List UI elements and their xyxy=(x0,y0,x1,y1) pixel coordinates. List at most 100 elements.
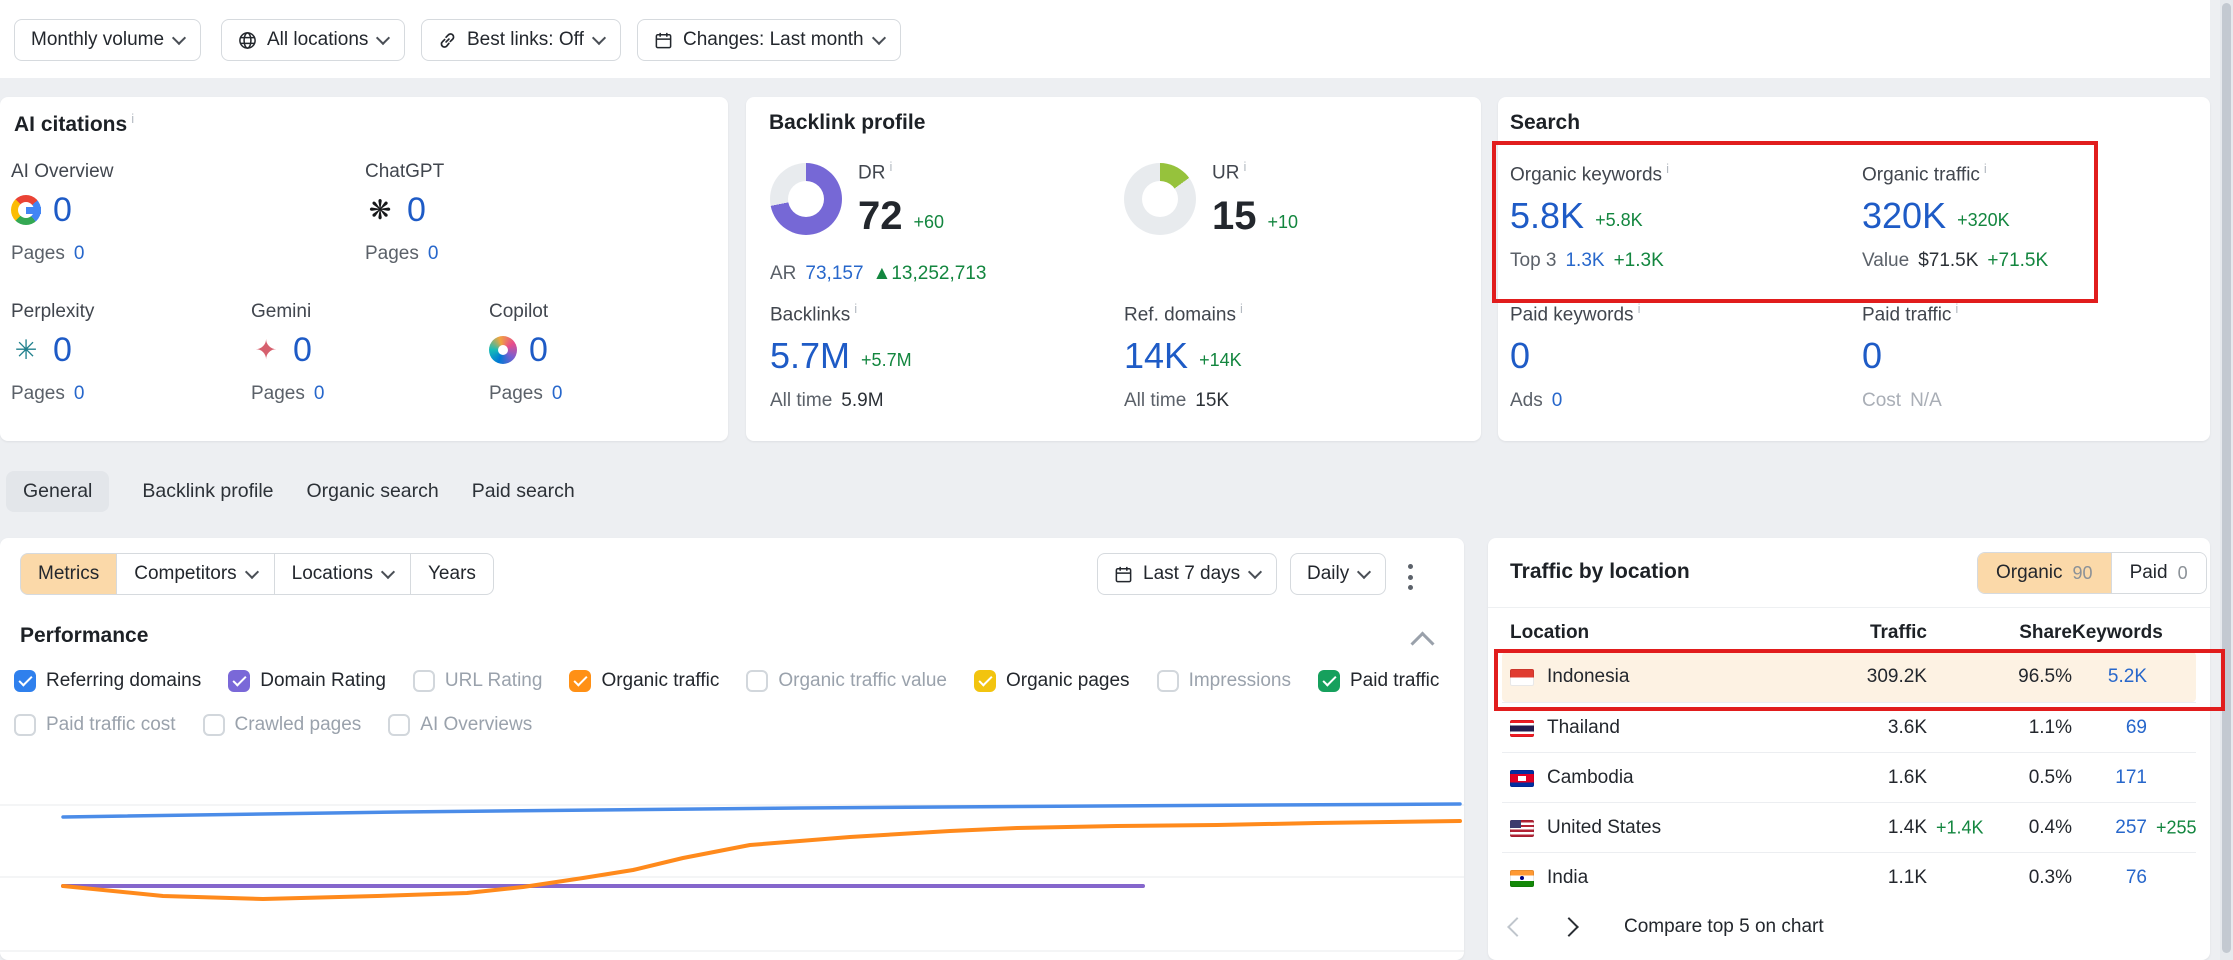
thailand-flag-icon xyxy=(1510,720,1534,737)
globe-icon xyxy=(238,31,257,50)
table-row-cambodia[interactable]: Cambodia 1.6K 0.5% 171 xyxy=(1502,752,2196,803)
seo-overview-dashboard: Monthly volume All locations Best links:… xyxy=(0,0,2233,960)
keywords-link[interactable]: 76 xyxy=(2126,867,2147,888)
info-icon[interactable]: i xyxy=(1955,301,1958,316)
referring-domains-line xyxy=(63,804,1460,817)
keywords-link[interactable]: 5.2K xyxy=(2108,666,2147,687)
info-icon[interactable]: i xyxy=(131,111,134,126)
vertical-scrollbar[interactable] xyxy=(2220,0,2233,960)
more-options-kebab-icon[interactable] xyxy=(1399,564,1421,590)
copilot-count-link[interactable]: 0 xyxy=(529,333,548,367)
tab-general[interactable]: General xyxy=(6,471,109,512)
segment-metrics[interactable]: Metrics xyxy=(20,553,117,595)
chevron-down-icon xyxy=(872,31,886,45)
segment-competitors[interactable]: Competitors xyxy=(116,553,274,595)
info-icon[interactable]: i xyxy=(1666,161,1669,176)
link-icon xyxy=(438,31,457,50)
keywords-link[interactable]: 171 xyxy=(2115,767,2147,788)
granularity-button[interactable]: Daily xyxy=(1290,553,1386,595)
table-row-indonesia[interactable]: Indonesia 309.2K 96.5% 5.2K xyxy=(1502,652,2196,702)
ar-value-link[interactable]: 73,157 xyxy=(805,263,863,285)
toggle-organic[interactable]: Organic90 xyxy=(1978,553,2111,593)
info-icon[interactable]: i xyxy=(1243,159,1246,174)
info-icon[interactable]: i xyxy=(1240,301,1243,316)
chatgpt-pages-link[interactable]: 0 xyxy=(428,243,439,265)
ai-overview-pages-link[interactable]: 0 xyxy=(74,243,85,265)
report-tabs: General Backlink profile Organic search … xyxy=(6,471,575,512)
info-icon[interactable]: i xyxy=(1638,301,1641,316)
indonesia-flag-icon xyxy=(1510,669,1534,686)
top3-value-link[interactable]: 1.3K xyxy=(1565,250,1604,272)
collapse-chevron-up-icon[interactable] xyxy=(1410,631,1434,655)
best-links-filter[interactable]: Best links: Off xyxy=(421,19,621,61)
organic-keywords-value-link[interactable]: 5.8K xyxy=(1510,198,1584,234)
checkbox-box xyxy=(14,670,36,692)
date-range-label: Last 7 days xyxy=(1143,563,1240,585)
info-icon[interactable]: i xyxy=(854,301,857,316)
chatgpt-count-link[interactable]: 0 xyxy=(407,193,426,227)
ai-citations-title: AI citationsi xyxy=(14,111,134,137)
ref-domains-change: +14K xyxy=(1199,350,1242,374)
checkbox-crawled-pages[interactable]: Crawled pages xyxy=(203,714,362,736)
checkbox-box xyxy=(388,714,410,736)
ads-value-link[interactable]: 0 xyxy=(1552,390,1563,412)
chevron-down-icon xyxy=(381,565,395,579)
organic-paid-toggle: Organic90 Paid0 xyxy=(1977,552,2207,594)
checkbox-organic-traffic-value[interactable]: Organic traffic value xyxy=(746,670,947,692)
monthly-volume-filter[interactable]: Monthly volume xyxy=(14,19,201,61)
table-header: Location Traffic Share Keywords xyxy=(1502,622,2196,644)
checkbox-url-rating[interactable]: URL Rating xyxy=(413,670,543,692)
next-page-chevron-icon[interactable] xyxy=(1559,917,1579,937)
table-row-india[interactable]: India 1.1K 0.3% 76 xyxy=(1502,852,2196,903)
compare-top5-link[interactable]: Compare top 5 on chart xyxy=(1624,916,1824,938)
segment-years[interactable]: Years xyxy=(410,553,494,595)
segment-locations[interactable]: Locations xyxy=(274,553,411,595)
gemini-pages-link[interactable]: 0 xyxy=(314,383,325,405)
chevron-down-icon xyxy=(245,565,259,579)
paid-traffic-value-link[interactable]: 0 xyxy=(1862,338,1882,374)
tab-backlink-profile[interactable]: Backlink profile xyxy=(142,471,273,512)
info-icon[interactable]: i xyxy=(889,159,892,174)
keywords-link[interactable]: 69 xyxy=(2126,717,2147,738)
checkbox-organic-pages[interactable]: Organic pages xyxy=(974,670,1130,692)
performance-line-chart[interactable] xyxy=(0,780,1464,960)
locations-filter[interactable]: All locations xyxy=(221,19,405,61)
perplexity-logo-icon: ✳ xyxy=(11,335,41,365)
checkbox-paid-traffic[interactable]: Paid traffic xyxy=(1318,670,1439,692)
traffic-change: +1.4K xyxy=(1936,818,1984,839)
ref-domains-value-link[interactable]: 14K xyxy=(1124,338,1188,374)
performance-heading: Performance xyxy=(20,624,148,648)
tab-organic-search[interactable]: Organic search xyxy=(307,471,439,512)
previous-page-chevron-icon[interactable] xyxy=(1507,917,1527,937)
table-row-thailand[interactable]: Thailand 3.6K 1.1% 69 xyxy=(1502,702,2196,753)
checkbox-ai-overviews[interactable]: AI Overviews xyxy=(388,714,532,736)
backlinks-value-link[interactable]: 5.7M xyxy=(770,338,850,374)
organic-traffic-value-link[interactable]: 320K xyxy=(1862,198,1946,234)
tab-paid-search[interactable]: Paid search xyxy=(472,471,575,512)
keywords-link[interactable]: 257 xyxy=(2115,817,2147,838)
paid-keywords-value-link[interactable]: 0 xyxy=(1510,338,1530,374)
checkbox-box xyxy=(413,670,435,692)
copilot-pages-link[interactable]: 0 xyxy=(552,383,563,405)
gemini-metric: Gemini ✦0 Pages0 xyxy=(251,301,324,405)
date-range-button[interactable]: Last 7 days xyxy=(1097,553,1277,595)
changes-filter[interactable]: Changes: Last month xyxy=(637,19,901,61)
scrollbar-thumb[interactable] xyxy=(2222,3,2231,953)
ar-row: AR 73,157 ▲13,252,713 xyxy=(770,263,986,285)
checkbox-domain-rating[interactable]: Domain Rating xyxy=(228,670,386,692)
perplexity-pages-link[interactable]: 0 xyxy=(74,383,85,405)
ai-overview-count-link[interactable]: 0 xyxy=(53,193,72,227)
gemini-count-link[interactable]: 0 xyxy=(293,333,312,367)
perplexity-metric: Perplexity ✳0 Pages0 xyxy=(11,301,94,405)
info-icon[interactable]: i xyxy=(1984,161,1987,176)
table-row-united-states[interactable]: United States 1.4K+1.4K 0.4% 257+255 xyxy=(1502,802,2196,853)
dr-value: 72 xyxy=(858,196,903,236)
checkbox-impressions[interactable]: Impressions xyxy=(1157,670,1291,692)
checkbox-paid-traffic-cost[interactable]: Paid traffic cost xyxy=(14,714,176,736)
traffic-by-location-card: Traffic by location Organic90 Paid0 Loca… xyxy=(1488,538,2210,960)
perplexity-count-link[interactable]: 0 xyxy=(53,333,72,367)
table-pager: Compare top 5 on chart xyxy=(1510,916,1824,938)
toggle-paid[interactable]: Paid0 xyxy=(2111,553,2206,593)
checkbox-organic-traffic[interactable]: Organic traffic xyxy=(569,670,719,692)
checkbox-referring-domains[interactable]: Referring domains xyxy=(14,670,201,692)
